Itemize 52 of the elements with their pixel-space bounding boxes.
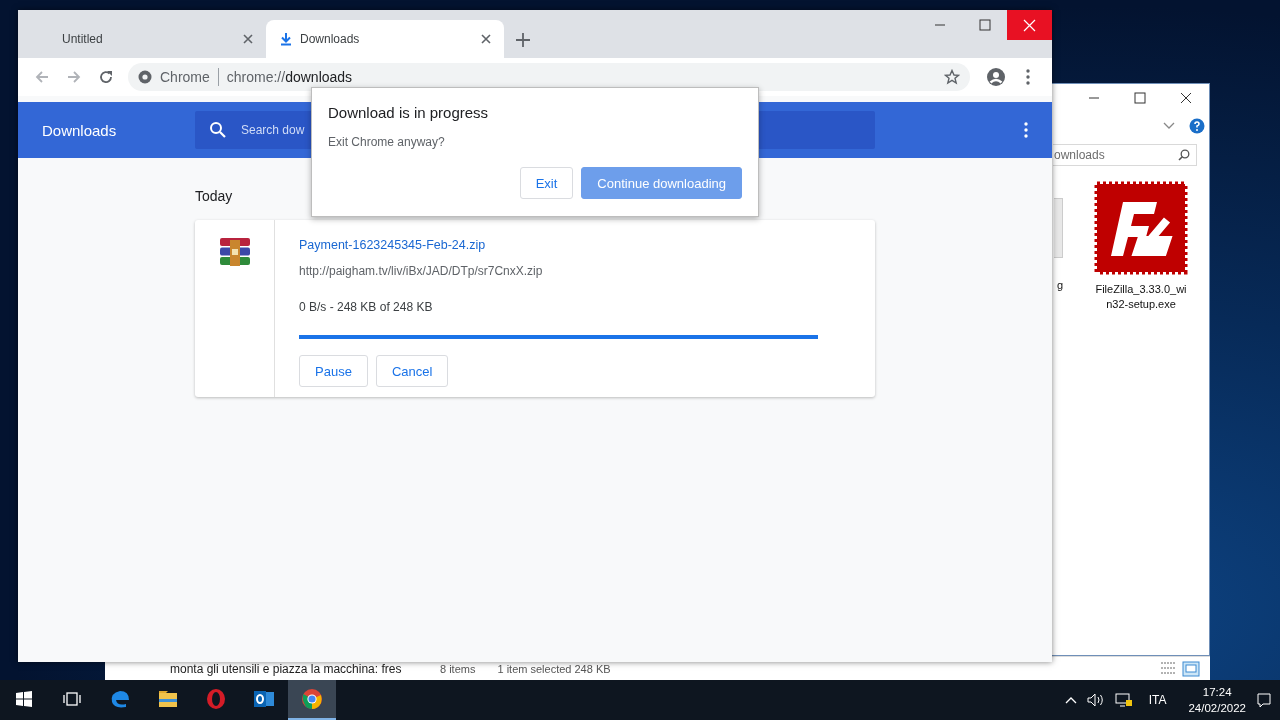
task-view-icon[interactable] [63,692,81,706]
plus-icon[interactable] [516,33,530,47]
reload-icon[interactable] [98,69,114,85]
network-icon[interactable] [1114,692,1133,708]
search-icon [209,121,227,139]
filezilla-icon[interactable] [1093,180,1189,276]
search-field[interactable]: ownloads [1053,144,1197,166]
download-status: 0 B/s - 248 KB of 248 KB [299,299,433,315]
archive-icon [218,237,251,267]
section-heading: Today [195,188,234,204]
mail-app-icon[interactable] [253,688,275,710]
file-thumbnail[interactable] [1054,198,1063,258]
dialog-title: Download is in progress [328,104,489,121]
menu-icon[interactable] [1026,69,1030,85]
profile-icon[interactable] [986,67,1006,87]
speaker-icon[interactable] [1086,693,1105,707]
menu-icon[interactable] [1024,122,1028,138]
document-text: monta gli utensili e piazza la macchina: fres [170,661,403,676]
source-url: http://paigham.tv/liv/iBx/JAD/DTp/sr7CnxX.zip [299,263,543,279]
dialog-message: Exit Chrome anyway? [328,135,445,149]
file-name[interactable]: FileZilla_3.33.0_win32-setup.exe [1093,282,1189,312]
exit-button[interactable]: Exit [519,167,574,199]
browser-tab[interactable]: Downloads [266,20,504,58]
help-icon[interactable] [1189,118,1205,134]
input-language[interactable]: ITA [1148,693,1167,707]
close-icon[interactable] [480,33,492,45]
close-icon[interactable] [242,33,254,45]
globe-icon [138,70,152,84]
item-count: 8 items [440,662,476,675]
windows-start-icon[interactable] [16,691,32,707]
edge-browser-icon[interactable] [109,688,131,710]
file-name[interactable]: g [1056,278,1063,293]
search-icon[interactable] [1178,149,1190,161]
pause-button[interactable]: Pause [299,355,368,387]
folder-icon[interactable] [157,688,179,710]
chevron-down-icon[interactable] [1163,122,1175,130]
large-icons-view-icon[interactable] [1182,660,1200,677]
browser-tab[interactable]: Untitled [28,20,266,58]
download-icon [278,31,294,47]
site-label: Chrome [160,69,210,85]
chrome-icon[interactable] [301,688,323,710]
file-link[interactable]: Payment-1623245345-Feb-24.zip [299,237,486,253]
chevron-up-icon[interactable] [1064,696,1077,704]
url-text: chrome://downloads [226,69,354,85]
page-title: Downloads [41,121,118,139]
cancel-button[interactable]: Cancel [375,355,449,387]
selection-status: 1 item selected 248 KB [497,662,611,675]
clock[interactable]: 17:24 24/02/2022 [1188,684,1246,716]
opera-icon[interactable] [205,688,227,710]
notification-icon[interactable] [1256,692,1272,708]
address-bar[interactable]: Chrome chrome://downloads [128,63,970,91]
star-icon[interactable] [944,69,960,85]
